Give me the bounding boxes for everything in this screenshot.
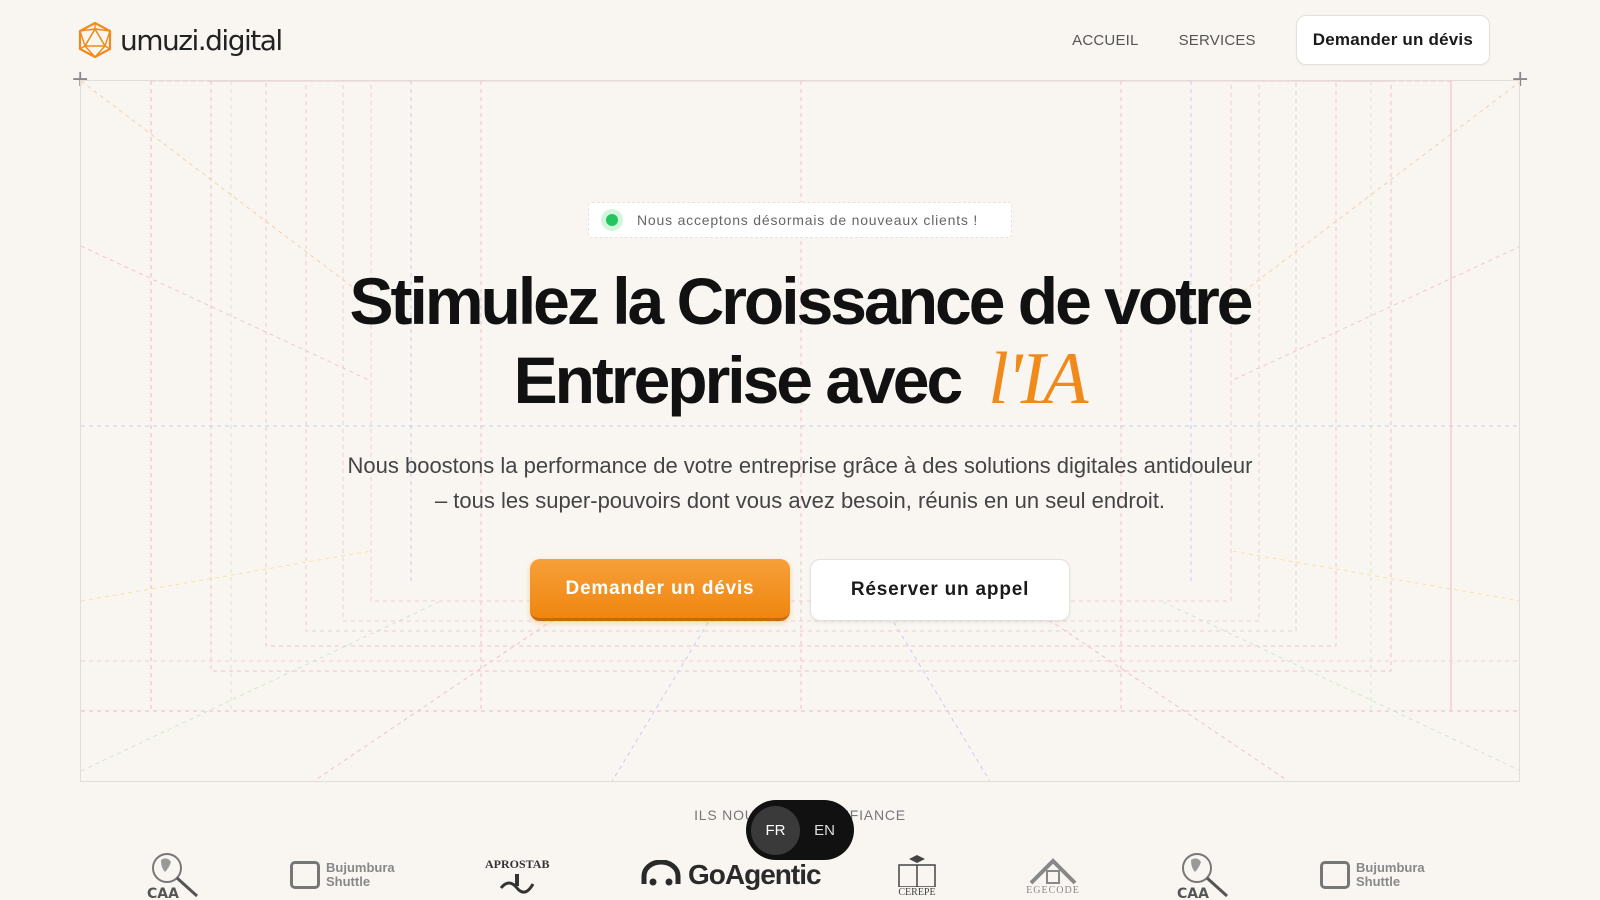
client-logo-label: GoAgentic bbox=[688, 859, 822, 890]
client-logo-cerepe: CEREPE bbox=[895, 850, 939, 900]
client-logo-label: Shuttle bbox=[1356, 874, 1401, 889]
lang-option-en[interactable]: EN bbox=[800, 806, 849, 855]
client-logo-label: EGECODE bbox=[1026, 884, 1080, 896]
client-logo-aprostab: APROSTAB bbox=[485, 850, 549, 900]
nav-link-services[interactable]: SERVICES bbox=[1179, 32, 1256, 49]
caa-logo-icon: CAA bbox=[147, 853, 199, 900]
client-logo-label: CAA bbox=[147, 886, 179, 900]
goagentic-logo-icon bbox=[641, 860, 681, 886]
status-dot-icon bbox=[601, 209, 623, 231]
request-quote-button[interactable]: Demander un dévis bbox=[530, 559, 790, 621]
hero-subtitle: Nous boostons la performance de votre en… bbox=[347, 453, 1253, 513]
cerepe-logo-icon bbox=[898, 854, 936, 887]
client-logo-label: Bujumbura bbox=[326, 860, 395, 875]
brand-name: umuzi.digital bbox=[120, 23, 283, 57]
icosahedron-logo-icon bbox=[78, 21, 112, 59]
hero-cta-group: Demander un dévis Réserver un appel bbox=[530, 559, 1070, 621]
badge-text: Nous acceptons désormais de nouveaux cli… bbox=[637, 212, 979, 228]
main-nav: ACCUEIL SERVICES Demander un dévis bbox=[1072, 15, 1490, 65]
client-logo-label: CAA bbox=[1177, 886, 1209, 900]
client-logo-caa: CAA bbox=[1175, 850, 1235, 900]
hero-frame bbox=[80, 80, 1520, 782]
headline-line-1: Stimulez la Croissance de votre bbox=[349, 264, 1253, 338]
client-logo-goagentic: GoAgentic bbox=[640, 850, 822, 900]
aprostab-logo-icon bbox=[500, 873, 535, 894]
header-quote-button[interactable]: Demander un dévis bbox=[1295, 15, 1490, 65]
headline-accent: l'IA bbox=[988, 338, 1088, 420]
bujumbura-shuttle-logo-icon bbox=[290, 861, 320, 889]
client-logo-bujumbura-shuttle: Bujumbura Shuttle bbox=[290, 850, 395, 900]
client-logo-label: Shuttle bbox=[326, 874, 371, 889]
nav-link-home[interactable]: ACCUEIL bbox=[1072, 32, 1138, 49]
perspective-grid-background bbox=[81, 81, 1519, 781]
client-logo-bujumbura-shuttle: Bujumbura Shuttle bbox=[1320, 850, 1425, 900]
client-logos: CAA Bujumbura Shuttle APROSTAB GoAgentic… bbox=[0, 850, 1600, 900]
client-logo-label: APROSTAB bbox=[485, 856, 550, 871]
brand-logo[interactable]: umuzi.digital bbox=[78, 20, 283, 60]
site-header: umuzi.digital ACCUEIL SERVICES Demander … bbox=[0, 0, 1600, 80]
client-logo-label: Bujumbura bbox=[1356, 860, 1425, 875]
hero-headline: Stimulez la Croissance de votre Entrepri… bbox=[0, 262, 1600, 419]
egecode-logo-icon bbox=[1029, 857, 1077, 884]
caa-logo-icon: CAA bbox=[1177, 853, 1229, 900]
bujumbura-shuttle-logo-icon bbox=[1320, 861, 1350, 889]
new-clients-badge: Nous acceptons désormais de nouveaux cli… bbox=[588, 202, 1012, 238]
lang-option-fr[interactable]: FR bbox=[751, 805, 800, 855]
headline-line-2: Entreprise avec bbox=[513, 343, 964, 417]
client-logo-label: CEREPE bbox=[898, 886, 936, 898]
client-logo-caa: CAA bbox=[145, 850, 205, 900]
book-call-button[interactable]: Réserver un appel bbox=[810, 559, 1070, 621]
client-logo-egecode: EGECODE bbox=[1025, 850, 1081, 900]
